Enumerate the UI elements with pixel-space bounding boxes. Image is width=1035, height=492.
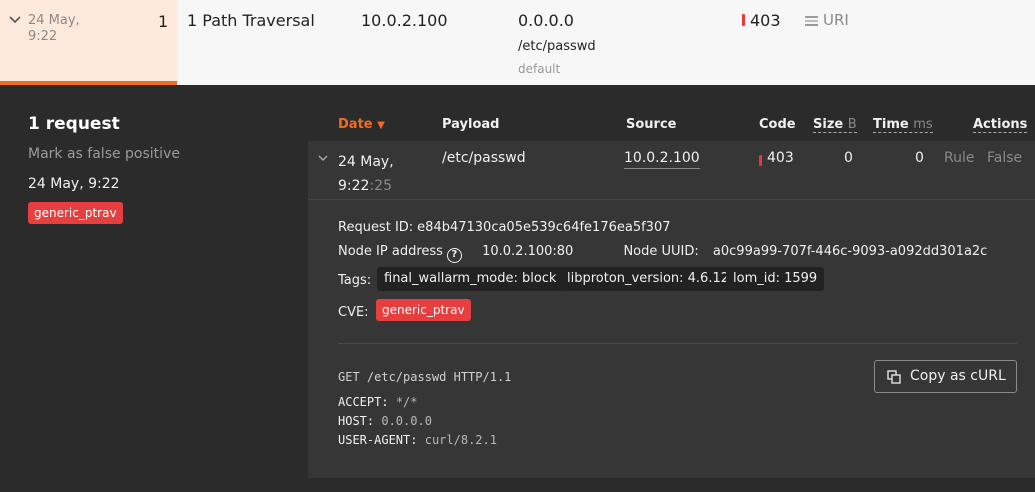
http-header-line: USER-AGENT: curl/8.2.1 [338, 433, 497, 447]
chevron-down-icon[interactable] [318, 153, 328, 163]
tag-chip: final_wallarm_mode: block [377, 267, 564, 291]
tag-chip: libproton_version: 4.6.12 [560, 267, 737, 291]
row-payload: /etc/passwd [442, 150, 526, 166]
http-request-line: GET /etc/passwd HTTP/1.1 [338, 370, 512, 384]
attack-host: 0.0.0.0 [518, 11, 574, 30]
attack-date-line2: 9:22 [28, 29, 58, 44]
http-header-value: 0.0.0.0 [381, 414, 432, 428]
request-id-label: Request ID: [338, 220, 414, 235]
http-header-key: HOST: [338, 414, 375, 428]
row-time: 0 [915, 150, 924, 166]
attack-hits-count: 1 [158, 12, 169, 31]
list-icon [805, 16, 818, 26]
node-ip-label: Node IP address [338, 244, 443, 259]
column-header-time[interactable]: Time ms [873, 117, 933, 133]
status-code-indicator [759, 155, 762, 166]
status-code-indicator [742, 14, 745, 26]
requests-table: Date ▼ Payload Source Code Size B Time m… [308, 85, 1035, 492]
help-icon[interactable]: ? [446, 248, 462, 263]
column-header-size[interactable]: Size B [813, 117, 857, 133]
http-header-key: USER-AGENT: [338, 433, 418, 447]
attack-date: 24 May, 9:22 [28, 13, 98, 45]
row-date-time: 9:22 [338, 178, 370, 194]
mark-false-positive-link[interactable]: Mark as false positive [28, 146, 180, 162]
attack-application: default [518, 62, 561, 76]
column-header-time-label: Time [873, 117, 909, 132]
requests-count-title: 1 request [28, 114, 120, 134]
copy-as-curl-button[interactable]: Copy as cURL [874, 360, 1017, 393]
http-header-line: ACCEPT: */* [338, 395, 418, 409]
false-positive-action-button[interactable]: False [987, 150, 1022, 167]
http-header-value: */* [395, 395, 418, 409]
node-info-line: Node IP address? 10.0.2.100:80 Node UUID… [338, 244, 987, 263]
attack-path: /etc/passwd [518, 39, 596, 54]
size-unit: B [847, 117, 857, 132]
row-date-line1: 24 May, [338, 154, 394, 170]
attack-status-code: 403 [750, 11, 781, 30]
column-header-code: Code [759, 117, 796, 132]
tags-list: final_wallarm_mode: block libproton_vers… [377, 267, 937, 293]
time-unit: ms [913, 117, 933, 132]
column-header-size-label: Size [813, 117, 844, 132]
attack-row[interactable]: 24 May, 9:22 1 1 Path Traversal 10.0.2.1… [0, 0, 1035, 85]
chevron-down-icon[interactable] [9, 14, 21, 26]
column-header-actions: Actions [973, 117, 1028, 133]
request-id-line: Request ID: e84b47130ca05e539c64fe176ea5f… [338, 220, 671, 235]
attack-source-ip[interactable]: 10.0.2.100 [361, 11, 448, 30]
http-header-key: ACCEPT: [338, 395, 389, 409]
http-header-line: HOST: 0.0.0.0 [338, 414, 432, 428]
attack-row-date-cell[interactable]: 24 May, 9:22 1 [0, 0, 177, 85]
attack-type: 1 Path Traversal [187, 11, 315, 30]
node-uuid-value: a0c99a99-707f-446c-9093-a092dd301a2c [712, 244, 988, 259]
attack-class-badge: generic_ptrav [28, 202, 123, 224]
tag-chip: lom_id: 1599 [726, 267, 825, 291]
column-header-date[interactable]: Date ▼ [338, 117, 385, 132]
table-row[interactable]: 24 May, 9:22:25 /etc/passwd 10.0.2.100 4… [308, 141, 1035, 199]
node-ip-value: 10.0.2.100:80 [482, 244, 574, 259]
sort-desc-icon: ▼ [377, 120, 385, 131]
request-id-value: e84b47130ca05e539c64fe176ea5f307 [417, 220, 671, 235]
row-size: 0 [844, 150, 853, 166]
attack-date-line1: 24 May, [28, 13, 80, 28]
divider [338, 343, 1017, 344]
column-header-source: Source [626, 117, 677, 132]
attack-parameter: URI [823, 11, 849, 29]
row-date: 24 May, 9:22:25 [338, 150, 394, 198]
tags-line: Tags: [338, 273, 371, 288]
column-header-payload: Payload [442, 117, 500, 132]
node-uuid-label: Node UUID: [623, 244, 699, 259]
tags-label: Tags: [338, 273, 372, 288]
row-source-ip[interactable]: 10.0.2.100 [624, 150, 700, 169]
request-summary-panel: 1 request Mark as false positive 24 May,… [0, 85, 308, 492]
row-status-code: 403 [767, 150, 794, 166]
summary-date: 24 May, 9:22 [28, 176, 120, 192]
row-date-seconds: :25 [369, 178, 392, 194]
http-header-value: curl/8.2.1 [424, 433, 497, 447]
column-header-date-label: Date [338, 117, 373, 132]
cve-label: CVE: [338, 305, 369, 320]
request-detail-panel: Request ID: e84b47130ca05e539c64fe176ea5f… [308, 199, 1035, 478]
rule-action-button[interactable]: Rule [944, 150, 974, 167]
copy-icon [887, 370, 901, 384]
copy-as-curl-label: Copy as cURL [910, 368, 1006, 384]
cve-badge: generic_ptrav [376, 299, 471, 321]
table-header: Date ▼ Payload Source Code Size B Time m… [308, 85, 1035, 141]
